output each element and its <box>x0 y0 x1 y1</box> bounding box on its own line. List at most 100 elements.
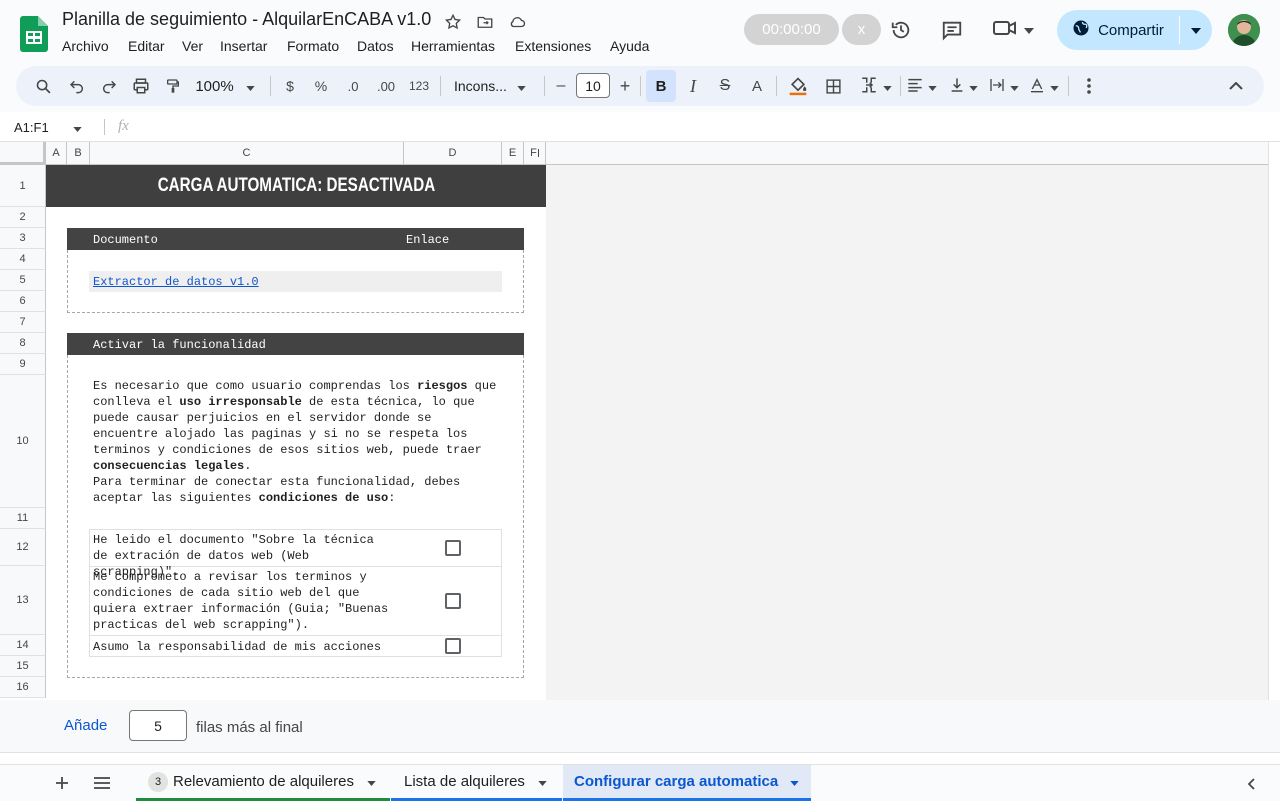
horizontal-scrollbar[interactable] <box>0 752 1280 764</box>
column-f-label: F <box>530 147 537 159</box>
share-button-group: Compartir <box>1057 10 1212 50</box>
menu-archivo[interactable]: Archivo <box>62 38 109 54</box>
meet-button[interactable] <box>992 19 1040 41</box>
tab-label: Lista de alquileres <box>404 773 525 790</box>
share-dropdown-button[interactable] <box>1180 10 1212 50</box>
move-folder-icon[interactable] <box>474 11 496 33</box>
column-header-c[interactable]: C <box>90 142 404 165</box>
sheet-tab-lista[interactable]: Lista de alquileres <box>391 765 562 801</box>
row-header-15[interactable]: 15 <box>0 656 46 677</box>
sheet-tab-relevamiento[interactable]: 3 Relevamiento de alquileres <box>136 765 390 801</box>
formula-input[interactable] <box>140 112 1260 142</box>
decrease-decimal-label: .0 <box>347 78 359 94</box>
more-formats-button[interactable]: 123 <box>406 66 432 106</box>
banner-text: CARGA AUTOMATICA: DESACTIVADA <box>157 175 435 196</box>
sheet-tab-configurar[interactable]: Configurar carga automatica <box>563 765 811 801</box>
row-header-7[interactable]: 7 <box>0 312 46 333</box>
menu-editar[interactable]: Editar <box>128 38 165 54</box>
redo-icon[interactable] <box>98 66 120 106</box>
extractor-link[interactable]: Extractor de datos v1.0 <box>93 275 259 289</box>
add-sheet-icon[interactable] <box>52 773 72 793</box>
text-color-button[interactable]: A <box>746 66 768 106</box>
vertical-align-button[interactable] <box>946 66 982 106</box>
borders-icon[interactable] <box>822 66 844 106</box>
row-header-5[interactable]: 5 <box>0 270 46 291</box>
star-icon[interactable] <box>442 11 464 33</box>
merge-cells-icon <box>860 76 878 97</box>
percent-format-button[interactable]: % <box>311 66 331 106</box>
zoom-select[interactable]: 100% <box>190 66 260 106</box>
collapse-menus-icon[interactable] <box>1225 66 1247 106</box>
globe-icon <box>1072 19 1090 42</box>
row-header-13[interactable]: 13 <box>0 566 46 635</box>
toolbar-divider <box>1068 76 1069 96</box>
column-header-d[interactable]: D <box>404 142 502 165</box>
search-menus-icon[interactable] <box>32 66 54 106</box>
decrease-decimal-button[interactable]: .0 <box>342 66 364 106</box>
vertical-scrollbar[interactable] <box>1268 142 1280 700</box>
merge-cells-button[interactable] <box>856 66 896 106</box>
undo-icon[interactable] <box>66 66 88 106</box>
decrease-font-size-button[interactable]: – <box>552 66 570 106</box>
document-title[interactable]: Planilla de seguimiento - AlquilarEnCABA… <box>62 9 431 30</box>
condition-checkbox-3[interactable] <box>445 638 461 654</box>
all-sheets-icon[interactable] <box>92 773 112 793</box>
row-header-1[interactable]: 1 <box>0 165 46 207</box>
row-header-2[interactable]: 2 <box>0 207 46 228</box>
text-wrapping-button[interactable] <box>986 66 1022 106</box>
add-rows-count-input[interactable]: 5 <box>129 710 187 741</box>
row-header-3[interactable]: 3 <box>0 228 46 249</box>
more-options-icon[interactable] <box>1078 66 1100 106</box>
add-rows-button[interactable]: Añade <box>64 717 107 734</box>
column-header-a[interactable]: A <box>46 142 67 165</box>
text-rotation-button[interactable] <box>1026 66 1062 106</box>
row-header-14[interactable]: 14 <box>0 635 46 656</box>
condition-checkbox-1[interactable] <box>445 540 461 556</box>
menu-ver[interactable]: Ver <box>182 38 203 54</box>
explore-collapse-icon[interactable] <box>1242 775 1260 793</box>
column-header-e[interactable]: E <box>502 142 524 165</box>
strikethrough-button[interactable]: S <box>714 66 736 106</box>
currency-format-button[interactable]: $ <box>280 66 300 106</box>
name-box[interactable]: A1:F1 <box>0 112 104 142</box>
column-header-b[interactable]: B <box>67 142 90 165</box>
avatar[interactable] <box>1228 14 1260 46</box>
font-size-input[interactable]: 10 <box>576 73 610 98</box>
increase-font-size-button[interactable]: + <box>615 66 635 106</box>
align-left-icon <box>907 78 923 95</box>
row-header-10[interactable]: 10 <box>0 375 46 508</box>
share-button[interactable]: Compartir <box>1057 10 1179 50</box>
row-header-11[interactable]: 11 <box>0 508 46 529</box>
row-header-16[interactable]: 16 <box>0 677 46 698</box>
row-header-4[interactable]: 4 <box>0 249 46 270</box>
paint-format-icon[interactable] <box>162 66 184 106</box>
comments-icon[interactable] <box>941 19 963 41</box>
row-header-9[interactable]: 9 <box>0 354 46 375</box>
cloud-saved-icon[interactable] <box>506 11 528 33</box>
menu-insertar[interactable]: Insertar <box>220 38 267 54</box>
italic-button[interactable]: I <box>682 66 704 106</box>
condition-checkbox-2[interactable] <box>445 593 461 609</box>
column-header-f[interactable]: F <box>524 142 546 165</box>
print-icon[interactable] <box>130 66 152 106</box>
column-header-filler <box>546 142 1280 165</box>
menu-ayuda[interactable]: Ayuda <box>610 38 649 54</box>
row-header-8[interactable]: 8 <box>0 333 46 354</box>
fill-color-icon[interactable] <box>786 66 810 106</box>
text-run-bold: consecuencias legales <box>93 459 245 473</box>
bold-button[interactable]: B <box>646 70 676 102</box>
sheets-logo-icon[interactable] <box>20 16 48 52</box>
row-header-6[interactable]: 6 <box>0 291 46 312</box>
menu-formato[interactable]: Formato <box>287 38 339 54</box>
font-family-select[interactable]: Incons... <box>448 66 536 106</box>
select-all-corner[interactable] <box>0 142 46 165</box>
row-header-12[interactable]: 12 <box>0 529 46 566</box>
menu-extensiones[interactable]: Extensiones <box>515 38 591 54</box>
banner-cell[interactable]: CARGA AUTOMATICA: DESACTIVADA <box>46 165 546 207</box>
increase-decimal-button[interactable]: .00 <box>374 66 398 106</box>
menu-herramientas[interactable]: Herramientas <box>411 38 495 54</box>
menu-datos[interactable]: Datos <box>357 38 394 54</box>
timer-close-button[interactable]: x <box>842 14 881 45</box>
version-history-icon[interactable] <box>890 19 912 41</box>
horizontal-align-button[interactable] <box>904 66 940 106</box>
